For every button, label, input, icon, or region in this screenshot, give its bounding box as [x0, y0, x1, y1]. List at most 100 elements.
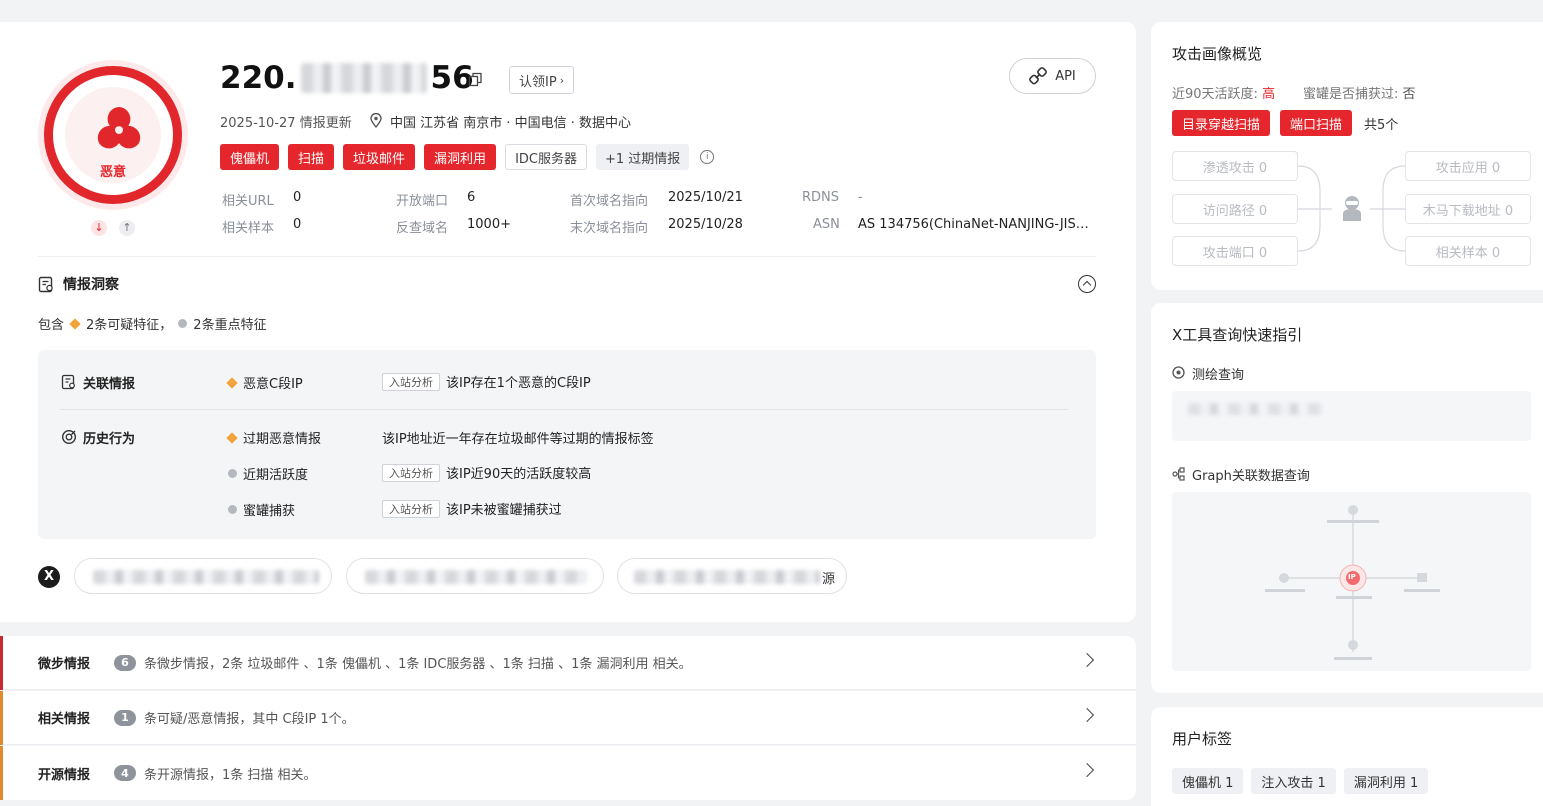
inbound-analysis-tag[interactable]: 入站分析	[382, 499, 440, 518]
verdict-label: 恶意	[99, 165, 126, 180]
api-button[interactable]: API	[1009, 58, 1096, 94]
intel-row-related[interactable]: 相关情报 1 条可疑/恶意情报，其中 C段IP 1个。	[0, 691, 1136, 745]
update-info: 2025-10-27 情报更新	[220, 116, 352, 131]
insight-item-desc: 入站分析 该IP未被蜜罐捕获过	[382, 499, 562, 518]
chevron-right-icon	[1079, 762, 1095, 778]
copy-icon[interactable]	[468, 72, 483, 87]
stat-last-domain-value: 2025/10/28	[668, 217, 743, 232]
verdict-badge: 恶意	[38, 60, 188, 210]
user-tag[interactable]: 漏洞利用 1	[1343, 768, 1429, 794]
inbound-analysis-tag[interactable]: 入站分析	[382, 372, 440, 391]
stat-rdns-label: RDNS	[802, 190, 840, 205]
stat-reverse-domain-value[interactable]: 1000+	[467, 217, 511, 232]
intel-row-opensource[interactable]: 开源情报 4 条开源情报，1条 扫描 相关。	[0, 746, 1136, 800]
threat-tags: 傀儡机 扫描 垃圾邮件 漏洞利用 IDC服务器 +1 过期情报 i	[220, 144, 715, 170]
vote-down-button[interactable]: ↓	[91, 220, 107, 236]
location-text: 中国 江苏省 南京市 · 中国电信 · 数据中心	[390, 116, 632, 131]
portrait-box-attack-app[interactable]: 攻击应用 0	[1405, 151, 1531, 181]
xtools-card: X工具查询快速指引 测绘查询 Graph关联数据查询 IP	[1151, 303, 1543, 693]
graph-label[interactable]: Graph关联数据查询	[1192, 465, 1310, 484]
related-intel-icon	[61, 374, 75, 390]
stat-first-domain-value: 2025/10/21	[668, 190, 743, 205]
portrait-box-penetration[interactable]: 渗透攻击 0	[1172, 151, 1298, 181]
portrait-box-attack-port[interactable]: 攻击端口 0	[1172, 236, 1298, 266]
xtools-title: X工具查询快速指引	[1172, 326, 1303, 344]
intel-row-desc: 条微步情报，2条 垃圾邮件 、1条 傀儡机 、1条 IDC服务器 、1条 扫描 …	[144, 657, 692, 672]
x-logo-icon: X	[38, 566, 60, 588]
ip-masked-part	[300, 63, 427, 93]
vote-up-button[interactable]: ↑	[119, 220, 135, 236]
history-icon	[61, 429, 77, 445]
top-strip	[0, 0, 1543, 20]
intel-row-title: 开源情报	[38, 767, 91, 783]
insight-item-desc: 入站分析 该IP近90天的活跃度较高	[382, 463, 591, 482]
insight-box: 关联情报 恶意C段IP 入站分析 该IP存在1个恶意的C段IP 历史行为 过期恶…	[38, 350, 1096, 539]
tag-dir-traversal-scan[interactable]: 目录穿越扫描	[1172, 110, 1271, 136]
stat-related-url-label: 相关URL	[222, 194, 274, 209]
insight-icon	[38, 276, 53, 293]
ip-title: 220. 56	[220, 60, 474, 96]
tag-expired-intel[interactable]: +1 过期情报	[595, 144, 690, 170]
survey-icon	[1172, 366, 1185, 379]
stat-rdns-value: -	[858, 190, 863, 205]
user-tags-card: 用户标签 傀儡机 1 注入攻击 1 漏洞利用 1	[1151, 707, 1543, 806]
chevron-right-icon	[1079, 652, 1095, 668]
source-pill[interactable]: 源	[617, 558, 847, 594]
ip-summary-card: 恶意 ↓ ↑ 220. 56 认领IP › API 2025-10-27 情报更新…	[0, 22, 1136, 622]
insight-item: 蜜罐捕获	[228, 500, 295, 519]
tag-scan[interactable]: 扫描	[288, 144, 335, 170]
portrait-box-related-sample[interactable]: 相关样本 0	[1405, 236, 1531, 266]
intel-row-threatbook[interactable]: 微步情报 6 条微步情报，2条 垃圾邮件 、1条 傀儡机 、1条 IDC服务器 …	[0, 636, 1136, 690]
collapse-button[interactable]	[1078, 275, 1096, 293]
insight-item-desc: 入站分析 该IP存在1个恶意的C段IP	[382, 372, 591, 391]
portrait-box-trojan-url[interactable]: 木马下载地址 0	[1405, 194, 1531, 224]
user-tag[interactable]: 傀儡机 1	[1172, 768, 1244, 794]
survey-preview[interactable]	[1172, 391, 1531, 441]
source-pill[interactable]	[74, 558, 332, 594]
attack-portrait-card: 攻击画像概览 近90天活跃度: 高 蜜罐是否捕获过: 否 目录穿越扫描 端口扫描…	[1151, 22, 1543, 290]
intel-row-desc: 条开源情报，1条 扫描 相关。	[144, 767, 317, 783]
claim-ip-button[interactable]: 认领IP ›	[509, 66, 575, 94]
biohazard-icon	[97, 107, 141, 149]
graph-center-node: IP	[1348, 573, 1356, 581]
tag-spam[interactable]: 垃圾邮件	[343, 144, 416, 170]
portrait-tags: 目录穿越扫描 端口扫描 共5个	[1172, 110, 1398, 136]
portrait-tags-total: 共5个	[1364, 117, 1399, 133]
stat-asn-value[interactable]: AS 134756(ChinaNet-NANJING-JIS…	[858, 217, 1090, 232]
tag-exploit[interactable]: 漏洞利用	[424, 144, 497, 170]
stat-reverse-domain-label: 反查域名	[396, 221, 449, 236]
insight-divider	[60, 409, 1068, 410]
user-tag[interactable]: 注入攻击 1	[1251, 768, 1336, 794]
chevron-right-icon	[1079, 707, 1095, 723]
intel-row-title: 微步情报	[38, 657, 91, 672]
tag-port-scan[interactable]: 端口扫描	[1280, 110, 1353, 136]
intel-row-title: 相关情报	[38, 712, 91, 727]
portrait-honeypot: 蜜罐是否捕获过: 否	[1303, 87, 1416, 102]
insight-summary: 包含 2条可疑特征， 2条重点特征	[38, 317, 267, 333]
insight-item: 近期活跃度	[228, 464, 308, 483]
intel-row-count: 1	[114, 709, 136, 726]
insight-item: 过期恶意情报	[226, 428, 321, 447]
info-icon[interactable]: i	[700, 150, 715, 164]
stat-related-sample-value[interactable]: 0	[293, 217, 301, 232]
survey-label[interactable]: 测绘查询	[1192, 364, 1244, 383]
stat-related-sample-label: 相关样本	[222, 221, 275, 236]
portrait-box-access-path[interactable]: 访问路径 0	[1172, 194, 1298, 224]
graph-preview[interactable]: IP	[1172, 492, 1531, 671]
user-tags-title: 用户标签	[1172, 730, 1233, 748]
portrait-title: 攻击画像概览	[1172, 45, 1263, 63]
stat-related-url-value[interactable]: 0	[293, 190, 301, 205]
hacker-icon	[1343, 196, 1361, 221]
user-tags-list: 傀儡机 1 注入攻击 1 漏洞利用 1	[1172, 768, 1436, 794]
source-pill[interactable]	[346, 558, 604, 594]
portrait-activity: 近90天活跃度: 高	[1172, 87, 1276, 102]
tag-idc-server[interactable]: IDC服务器	[505, 144, 587, 170]
section-related-intel-title: 关联情报	[83, 377, 136, 392]
stat-last-domain-label: 末次域名指向	[570, 221, 649, 236]
intel-row-count: 6	[114, 654, 136, 671]
inbound-analysis-tag[interactable]: 入站分析	[382, 463, 440, 482]
tag-botnet[interactable]: 傀儡机	[220, 144, 280, 170]
insight-item-desc: 该IP地址近一年存在垃圾邮件等过期的情报标签	[382, 432, 654, 447]
insight-title: 情报洞察	[63, 277, 119, 293]
stat-open-ports-value[interactable]: 6	[467, 190, 475, 205]
